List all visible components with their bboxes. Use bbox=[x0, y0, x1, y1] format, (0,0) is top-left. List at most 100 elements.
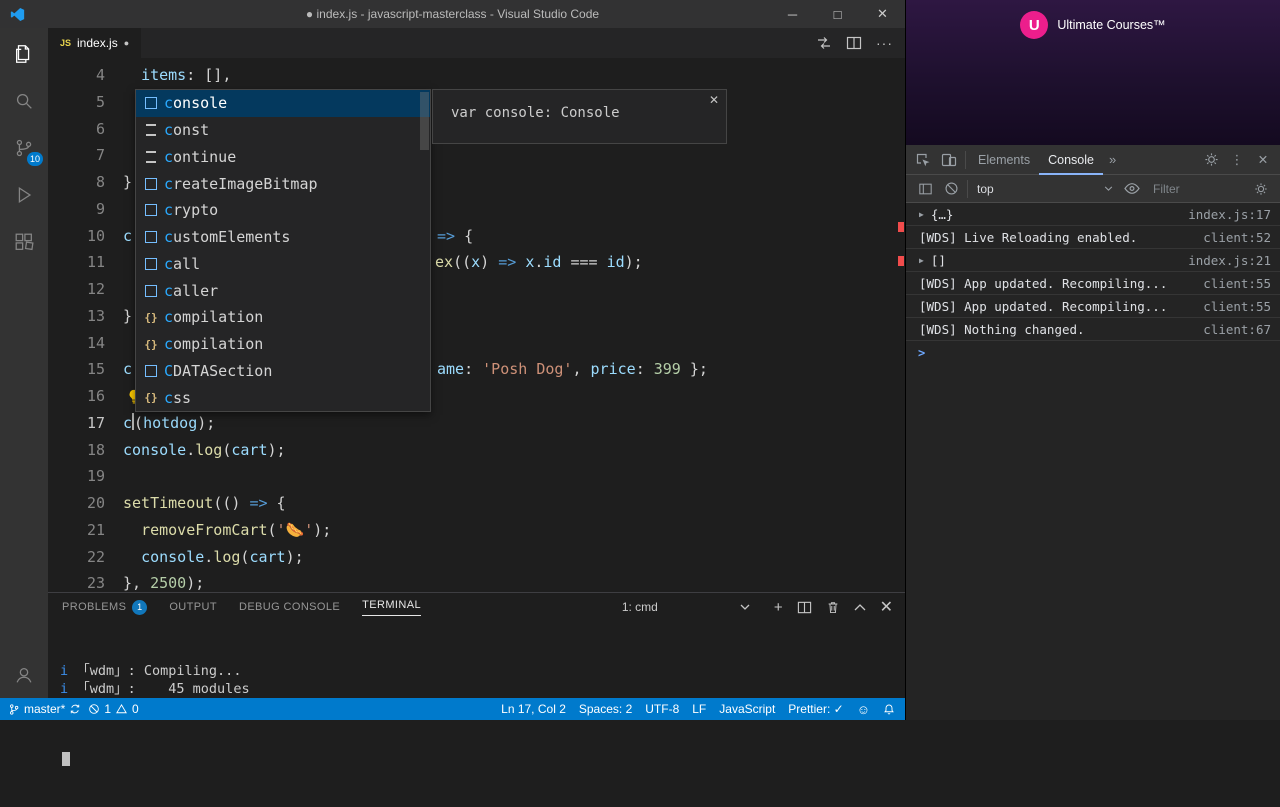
suggestion-label: css bbox=[164, 388, 192, 407]
sidebar-item-source-control[interactable]: 10 bbox=[0, 124, 48, 171]
console-message[interactable]: [WDS] App updated. Recompiling... client:… bbox=[906, 295, 1280, 318]
close-panel-icon[interactable]: ✕ bbox=[880, 597, 893, 617]
panel-tab-output[interactable]: OUTPUT bbox=[169, 593, 217, 621]
split-editor-icon[interactable] bbox=[846, 35, 862, 51]
panel-tabs: PROBLEMS 1 OUTPUT DEBUG CONSOLE TERMINAL bbox=[62, 593, 421, 621]
account-icon[interactable] bbox=[0, 651, 48, 698]
more-tabs-icon[interactable]: » bbox=[1103, 152, 1122, 167]
webpage-header: U Ultimate Courses™ bbox=[906, 0, 1280, 145]
code-line[interactable]: 17 c (hotdog); bbox=[48, 410, 905, 437]
minimize-button[interactable]: ─ bbox=[770, 0, 815, 28]
suggestion-item[interactable]: customElements bbox=[136, 224, 430, 251]
terminal-shell-select[interactable]: 1: cmd bbox=[622, 600, 750, 614]
frame-context-select[interactable]: top bbox=[977, 182, 1113, 196]
devtools-tab-elements[interactable]: Elements bbox=[969, 145, 1039, 175]
encoding[interactable]: UTF-8 bbox=[645, 702, 679, 716]
code-line[interactable]: 21 removeFromCart('🌭'); bbox=[48, 517, 905, 544]
suggestion-item[interactable]: CDATASection bbox=[136, 358, 430, 385]
tooltip-close-icon[interactable]: ✕ bbox=[709, 93, 719, 107]
console-message[interactable]: ▶[] index.js:21 bbox=[906, 249, 1280, 272]
console-message[interactable]: ▶ {…} index.js:17 bbox=[906, 203, 1280, 226]
indentation[interactable]: Spaces: 2 bbox=[579, 702, 632, 716]
titlebar[interactable]: ● index.js - javascript-masterclass - Vi… bbox=[0, 0, 905, 28]
panel-tab-terminal[interactable]: TERMINAL bbox=[362, 593, 421, 621]
code-line[interactable]: 4 items: [], bbox=[48, 62, 905, 89]
expand-caret-icon[interactable]: ▶ bbox=[919, 256, 924, 265]
devtools-tab-console[interactable]: Console bbox=[1039, 145, 1103, 175]
line-number: 23 bbox=[86, 574, 105, 592]
line-number: 13 bbox=[86, 306, 105, 325]
suggestion-item[interactable]: const bbox=[136, 117, 430, 144]
more-actions-icon[interactable]: ··· bbox=[876, 35, 893, 51]
source-link[interactable]: client:55 bbox=[1195, 276, 1271, 291]
terminal-line: i 「wdm」: 45 modules bbox=[60, 681, 250, 697]
problems-status[interactable]: 1 0 bbox=[88, 702, 139, 716]
console-prompt[interactable]: > bbox=[906, 341, 1280, 360]
code-line[interactable]: 23}, 2500); bbox=[48, 570, 905, 592]
source-link[interactable]: client:55 bbox=[1195, 299, 1271, 314]
formatter-check-icon: ✓ bbox=[833, 702, 844, 716]
suggestion-item[interactable]: call bbox=[136, 251, 430, 278]
suggestion-item[interactable]: {} compilation bbox=[136, 304, 430, 331]
devtools-menu-icon[interactable]: ⋮ bbox=[1224, 152, 1250, 168]
source-link[interactable]: index.js:17 bbox=[1180, 207, 1271, 222]
expand-caret-icon[interactable]: ▶ bbox=[919, 210, 924, 219]
tab-index-js[interactable]: JS index.js ● bbox=[48, 28, 142, 58]
device-toolbar-icon[interactable] bbox=[936, 152, 962, 168]
site-brand[interactable]: U Ultimate Courses™ bbox=[1020, 11, 1166, 39]
feedback-smiley-icon[interactable]: ☺ bbox=[857, 702, 870, 717]
console-filter-input[interactable] bbox=[1153, 181, 1217, 196]
sidebar-item-explorer[interactable] bbox=[0, 30, 48, 77]
suggestion-item[interactable]: createImageBitmap bbox=[136, 170, 430, 197]
devtools-close-icon[interactable]: ✕ bbox=[1250, 152, 1276, 167]
sidebar-item-extensions[interactable] bbox=[0, 218, 48, 265]
modified-dot-icon[interactable]: ● bbox=[124, 38, 129, 48]
inspect-element-icon[interactable] bbox=[910, 152, 936, 168]
devtools-settings-icon[interactable] bbox=[1198, 152, 1224, 167]
console-message[interactable]: [WDS] Nothing changed. client:67 bbox=[906, 318, 1280, 341]
kill-terminal-icon[interactable] bbox=[826, 600, 840, 615]
formatter-status[interactable]: Prettier: ✓ bbox=[788, 702, 843, 716]
sidebar-item-search[interactable] bbox=[0, 77, 48, 124]
console-message[interactable]: [WDS] Live Reloading enabled. client:52 bbox=[906, 226, 1280, 249]
cursor-position[interactable]: Ln 17, Col 2 bbox=[501, 702, 566, 716]
new-terminal-icon[interactable]: + bbox=[774, 599, 783, 616]
source-link[interactable]: client:52 bbox=[1195, 230, 1271, 245]
panel-tab-debug-console[interactable]: DEBUG CONSOLE bbox=[239, 593, 340, 621]
suggestion-item[interactable]: {} compilation bbox=[136, 331, 430, 358]
suggestion-item[interactable]: continue bbox=[136, 144, 430, 171]
warning-count: 0 bbox=[132, 702, 139, 716]
open-changes-icon[interactable] bbox=[816, 35, 832, 51]
maximize-button[interactable]: □ bbox=[815, 0, 860, 28]
split-terminal-icon[interactable] bbox=[797, 600, 812, 615]
code-line[interactable]: 19 bbox=[48, 463, 905, 490]
suggestion-item[interactable]: crypto bbox=[136, 197, 430, 224]
sync-icon[interactable] bbox=[69, 703, 81, 715]
terminal-line: i 「wdm」: Compiling... bbox=[60, 663, 242, 679]
live-expression-eye-icon[interactable] bbox=[1119, 182, 1145, 195]
maximize-panel-icon[interactable] bbox=[854, 603, 866, 611]
code-editor[interactable]: 4 items: [], 5 6 7 8} 9 10 c => {11 ex((x) => x.i… bbox=[48, 58, 905, 592]
source-link[interactable]: index.js:21 bbox=[1180, 253, 1271, 268]
console-settings-icon[interactable] bbox=[1248, 182, 1274, 196]
close-button[interactable]: ✕ bbox=[860, 0, 905, 28]
code-line[interactable]: 22 console.log(cart); bbox=[48, 544, 905, 571]
console-message[interactable]: [WDS] App updated. Recompiling... client:… bbox=[906, 272, 1280, 295]
source-link[interactable]: client:67 bbox=[1195, 322, 1271, 337]
code-line[interactable]: 20 setTimeout(() => { bbox=[48, 490, 905, 517]
git-branch-status[interactable]: master* bbox=[8, 702, 81, 716]
notifications-bell-icon[interactable] bbox=[883, 703, 895, 716]
console-toolbar: top bbox=[906, 175, 1280, 203]
devtools-toolbar: Elements Console » ⋮ ✕ bbox=[906, 145, 1280, 175]
suggestion-item[interactable]: caller bbox=[136, 277, 430, 304]
dropdown-scrollbar[interactable] bbox=[420, 92, 429, 150]
panel-tab-problems[interactable]: PROBLEMS 1 bbox=[62, 593, 148, 621]
sidebar-item-run-debug[interactable] bbox=[0, 171, 48, 218]
code-line[interactable]: 18 console.log(cart); bbox=[48, 437, 905, 464]
clear-console-icon[interactable] bbox=[938, 181, 964, 196]
suggestion-item[interactable]: {} css bbox=[136, 384, 430, 411]
language-mode[interactable]: JavaScript bbox=[719, 702, 775, 716]
suggestion-item[interactable]: console bbox=[136, 90, 430, 117]
console-sidebar-icon[interactable] bbox=[912, 182, 938, 196]
eol[interactable]: LF bbox=[692, 702, 706, 716]
